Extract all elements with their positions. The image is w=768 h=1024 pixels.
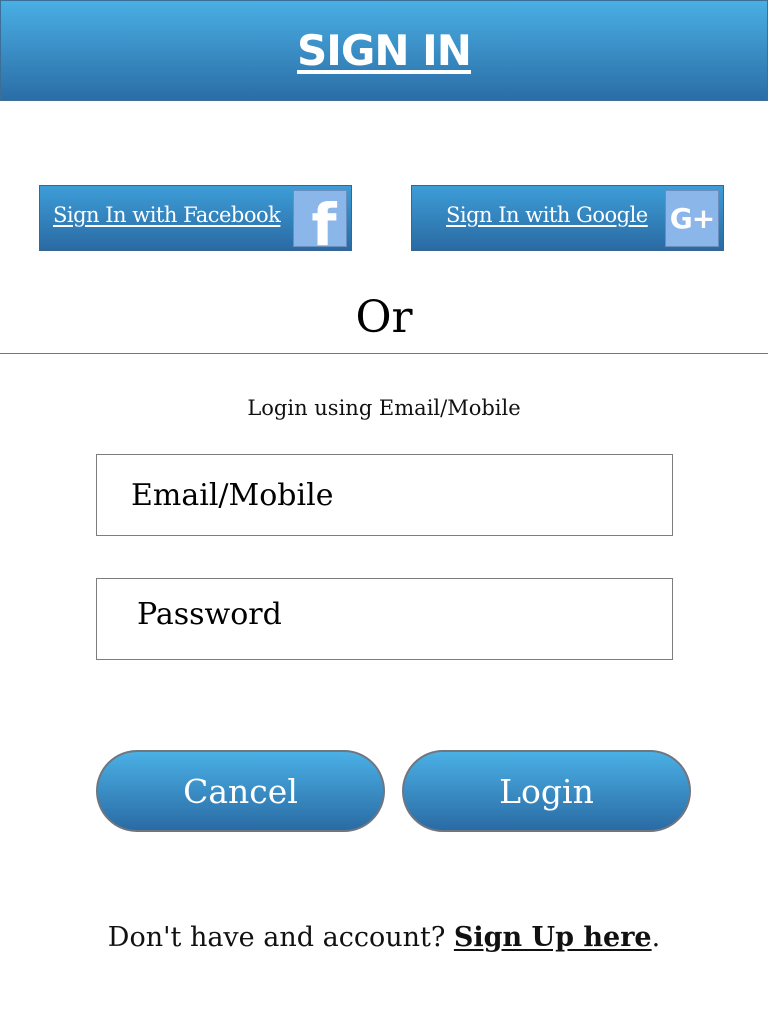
- google-plus-glyph: G+: [669, 202, 715, 235]
- signup-link[interactable]: Sign Up here: [454, 922, 652, 953]
- password-placeholder: Password: [137, 596, 282, 632]
- header-bar: SIGN IN: [0, 0, 768, 101]
- google-signin-button[interactable]: Sign In with Google G+: [411, 185, 724, 251]
- or-separator: Or: [355, 292, 413, 343]
- facebook-signin-label[interactable]: Sign In with Facebook: [53, 203, 281, 227]
- login-hint: Login using Email/Mobile: [247, 396, 521, 420]
- signup-prompt-text: Don't have and account?: [107, 922, 454, 953]
- password-field[interactable]: Password: [96, 578, 673, 660]
- facebook-glyph: f: [311, 190, 337, 259]
- cancel-button[interactable]: Cancel: [96, 750, 385, 832]
- email-placeholder: Email/Mobile: [131, 477, 334, 513]
- divider: [0, 353, 768, 354]
- email-field[interactable]: Email/Mobile: [96, 454, 673, 536]
- google-plus-icon[interactable]: G+: [665, 190, 719, 247]
- google-signin-label[interactable]: Sign In with Google: [446, 203, 648, 227]
- page-title[interactable]: SIGN IN: [297, 26, 472, 75]
- signup-prompt: Don't have and account? Sign Up here.: [0, 922, 768, 953]
- facebook-signin-button[interactable]: Sign In with Facebook f: [39, 185, 352, 259]
- signup-prompt-suffix: .: [651, 922, 661, 953]
- facebook-icon[interactable]: f: [293, 190, 347, 259]
- login-button[interactable]: Login: [402, 750, 691, 832]
